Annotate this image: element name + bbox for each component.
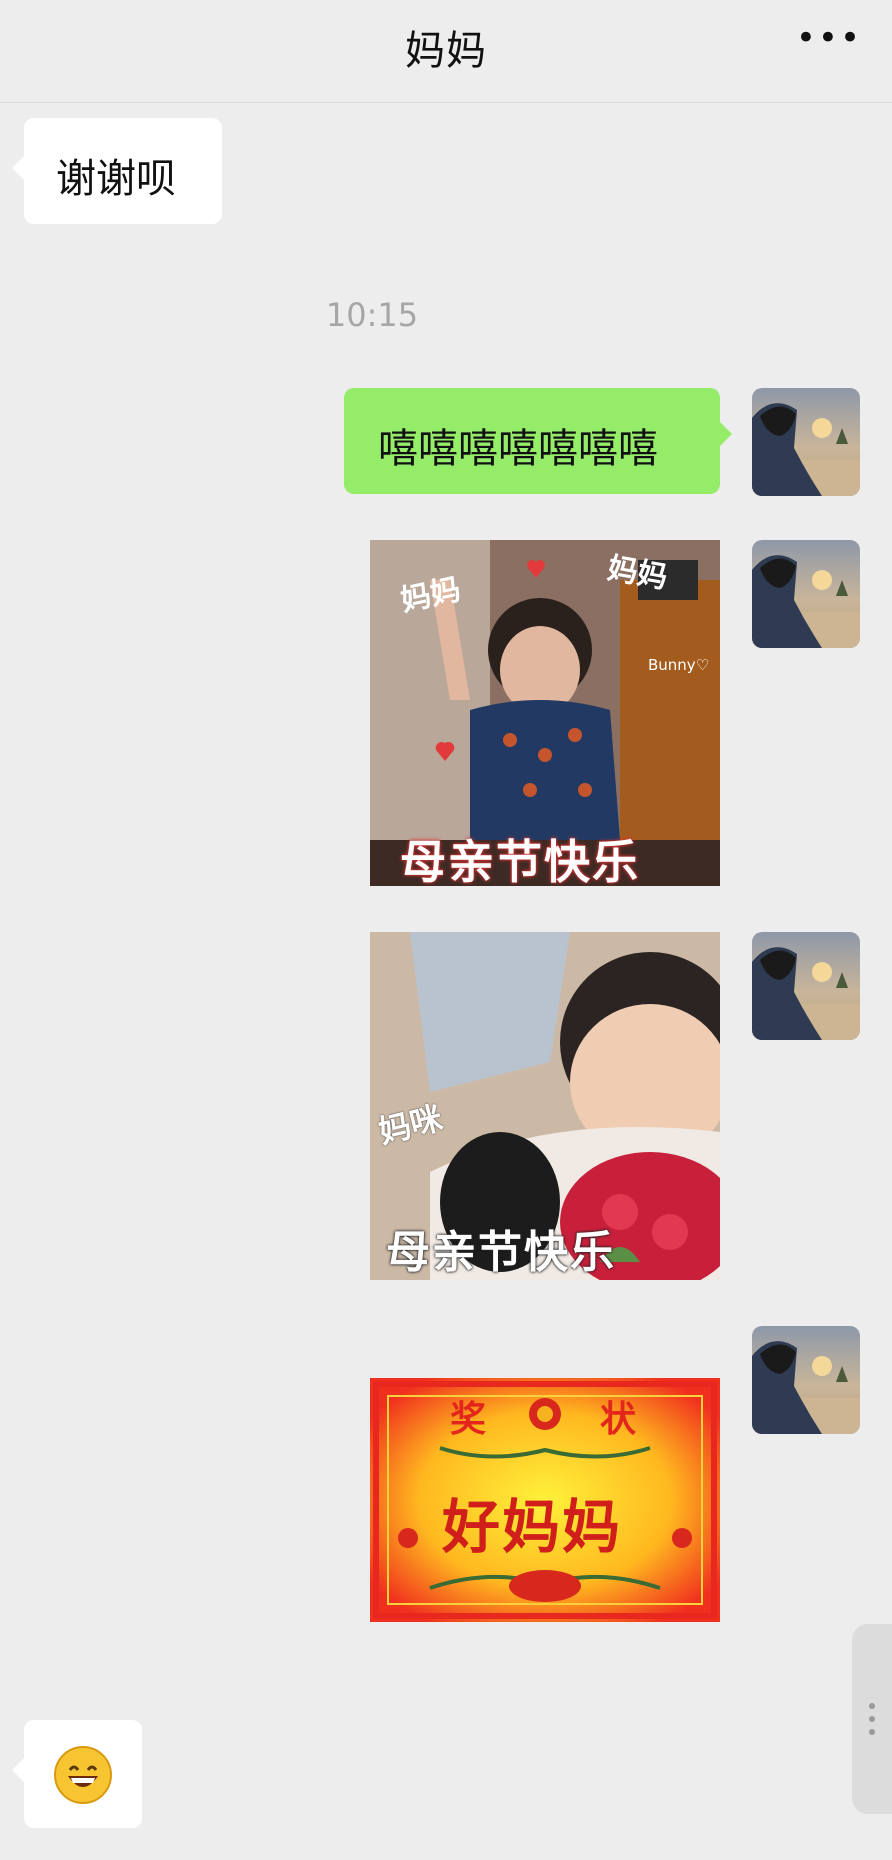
sticker-image[interactable]: 妈妈 妈妈 Bunny♡ 母亲节快乐 bbox=[370, 540, 720, 886]
scroll-handle[interactable] bbox=[852, 1624, 892, 1814]
message-bubble-incoming[interactable] bbox=[12, 1720, 142, 1828]
sticker-caption: 母亲节快乐 bbox=[386, 1227, 616, 1278]
sticker-watermark: Bunny♡ bbox=[648, 656, 710, 674]
chat-title: 妈妈 bbox=[405, 28, 487, 74]
message-text: 嘻嘻嘻嘻嘻嘻嘻 bbox=[378, 426, 658, 472]
avatar[interactable] bbox=[752, 388, 860, 496]
message-bubble-incoming[interactable]: 谢谢呗 bbox=[12, 118, 222, 224]
certificate-heading: 状 bbox=[600, 1399, 637, 1440]
certificate-heading: 奖 bbox=[450, 1399, 487, 1440]
sticker-caption: 母亲节快乐 bbox=[400, 835, 640, 886]
grip-icon bbox=[869, 1702, 875, 1736]
avatar[interactable] bbox=[752, 540, 860, 648]
message-text: 谢谢呗 bbox=[56, 156, 176, 202]
sticker-image[interactable]: 奖 状 好妈妈 bbox=[370, 1378, 720, 1622]
sticker-image[interactable]: 妈咪 母亲节快乐 bbox=[370, 932, 720, 1280]
chat-header: 妈妈 ••• bbox=[0, 0, 892, 103]
more-icon[interactable]: ••• bbox=[796, 18, 862, 58]
avatar[interactable] bbox=[752, 932, 860, 1040]
avatar[interactable] bbox=[752, 1326, 860, 1434]
message-bubble-outgoing[interactable]: 嘻嘻嘻嘻嘻嘻嘻 bbox=[344, 388, 732, 494]
timestamp: 10:15 bbox=[325, 296, 419, 334]
certificate-title: 好妈妈 bbox=[442, 1493, 623, 1561]
emoji-icon bbox=[54, 1746, 112, 1804]
